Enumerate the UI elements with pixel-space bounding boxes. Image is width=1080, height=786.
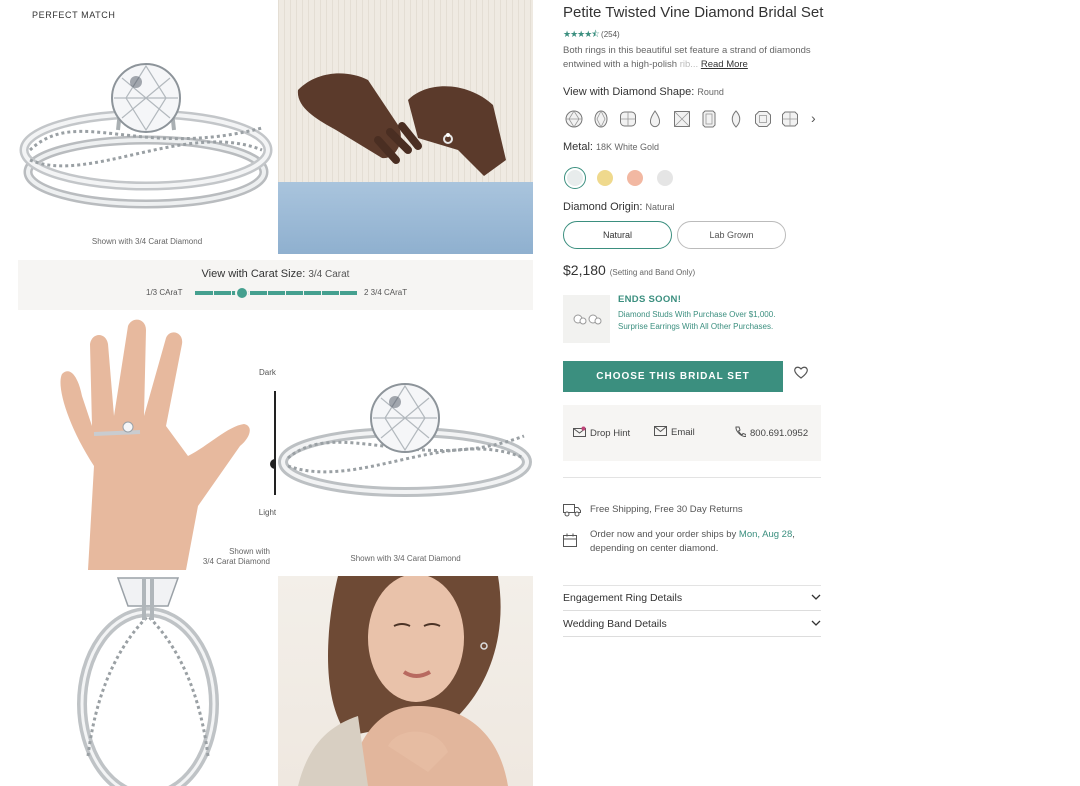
emerald-icon[interactable] (698, 108, 720, 130)
carat-size-selector: View with Carat Size: 3/4 Carat 1/3 CAra… (18, 260, 533, 310)
contact-bar: Drop Hint Email 800.691.0952 (563, 405, 821, 461)
skin-tone-slider-handle[interactable] (270, 458, 276, 469)
divider (563, 477, 821, 478)
product-image-on-hand-sweater[interactable] (278, 0, 533, 254)
image-caption: Shown with 3/4 Carat Diamond (91, 237, 203, 246)
skin-tone-darker-label: Darker (258, 368, 276, 377)
product-image-engagement-ring[interactable]: Shown with 3/4 Carat Diamond (278, 316, 533, 570)
price-note: (Setting and Band Only) (609, 268, 696, 277)
metal-label: Metal: 18K White Gold (563, 141, 660, 153)
phone-icon (735, 426, 747, 440)
metal-swatch-platinum[interactable] (654, 167, 676, 189)
bridal-set-illustration (19, 63, 273, 209)
order-ship-date: Order now and your order ships by Mon, A… (563, 528, 821, 556)
carat-slider-handle[interactable] (234, 286, 249, 300)
read-more-link[interactable]: Read More (701, 59, 748, 70)
envelope-icon (654, 426, 667, 439)
price-value: $2,180 (563, 262, 606, 278)
cushion-icon[interactable] (617, 108, 639, 130)
image-caption: Shown with 3/4 Carat Diamond (350, 554, 461, 563)
chevron-down-icon (811, 618, 821, 630)
product-image-ring-set[interactable]: PERFECT MATCH Shown with 3/4 Carat Diamo… (18, 0, 276, 254)
chevron-down-icon (811, 592, 821, 604)
metal-swatch-yellow-gold[interactable] (594, 167, 616, 189)
model-portrait-image[interactable] (278, 576, 533, 786)
ring-profile-illustration (77, 577, 219, 786)
skin-tone-lighter-label: Lighter (258, 508, 276, 517)
drop-hint-link[interactable]: Drop Hint (573, 426, 630, 440)
gift-message-icon (573, 426, 586, 440)
heart-icon[interactable] (794, 366, 808, 384)
ship-date: Mon, Aug 28 (738, 529, 793, 540)
delivery-truck-icon (563, 503, 582, 522)
model-illustration (298, 576, 508, 786)
metal-swatch-rose-gold[interactable] (624, 167, 646, 189)
engagement-ring-details-accordion[interactable]: Engagement Ring Details (563, 585, 821, 611)
chevron-right-icon[interactable]: › (811, 110, 816, 126)
product-title: Petite Twisted Vine Diamond Bridal Set (563, 4, 824, 21)
carat-size-title: View with Carat Size: 3/4 Carat (201, 268, 350, 280)
calendar-icon (563, 528, 582, 556)
hand-illustration (60, 319, 250, 570)
origin-lab-grown-button[interactable]: Lab Grown (677, 221, 786, 249)
wedding-band-details-accordion[interactable]: Wedding Band Details (563, 611, 821, 637)
email-link[interactable]: Email (654, 426, 695, 439)
review-count: (254) (601, 30, 620, 39)
product-image-ring-profile[interactable] (18, 576, 276, 786)
radiant-icon[interactable] (779, 108, 801, 130)
diamond-shape-options: › (563, 108, 825, 130)
round-icon[interactable] (563, 108, 585, 130)
engagement-ring-illustration (278, 383, 532, 497)
carat-slider[interactable] (195, 286, 357, 300)
product-image-on-finger[interactable]: Darker Lighter Shown with 3/4 Carat Diam… (18, 316, 276, 570)
carat-size-value: 3/4 Carat (308, 269, 350, 280)
jeans-detail (278, 182, 533, 254)
origin-natural-button[interactable]: Natural (563, 221, 672, 249)
image-caption-hand: Shown with 3/4 Carat Diamond (202, 547, 270, 566)
asscher-icon[interactable] (752, 108, 774, 130)
choose-bridal-set-button[interactable]: CHOOSE THIS BRIDAL SET (563, 361, 783, 392)
phone-link[interactable]: 800.691.0952 (735, 426, 808, 440)
diamond-shape-label: View with Diamond Shape: Round (563, 86, 724, 98)
promo-earrings-image (563, 295, 610, 343)
rating[interactable]: ★★★★⯪ (254) (563, 27, 620, 43)
carat-min-label: 1/3 CAraT (146, 288, 183, 297)
shipping-info: Free Shipping, Free 30 Day Returns (563, 503, 821, 522)
star-rating-icon: ★★★★⯪ (563, 29, 600, 39)
diamond-origin-label: Diamond Origin: Natural (563, 201, 675, 213)
metal-swatch-white-gold[interactable] (564, 167, 586, 189)
carat-max-label: 2 3/4 CAraT (364, 288, 408, 297)
marquise-icon[interactable] (725, 108, 747, 130)
promo-text: Diamond Studs With Purchase Over $1,000.… (618, 310, 776, 331)
product-description: Both rings in this beautiful set feature… (563, 45, 811, 70)
pear-icon[interactable] (644, 108, 666, 130)
skin-tone-slider[interactable] (274, 391, 276, 495)
price: $2,180 (Setting and Band Only) (563, 262, 695, 278)
oval-icon[interactable] (590, 108, 612, 130)
promo-title: ENDS SOON! (618, 294, 682, 305)
skin-tone-selector: Darker Lighter (246, 364, 276, 520)
princess-icon[interactable] (671, 108, 693, 130)
